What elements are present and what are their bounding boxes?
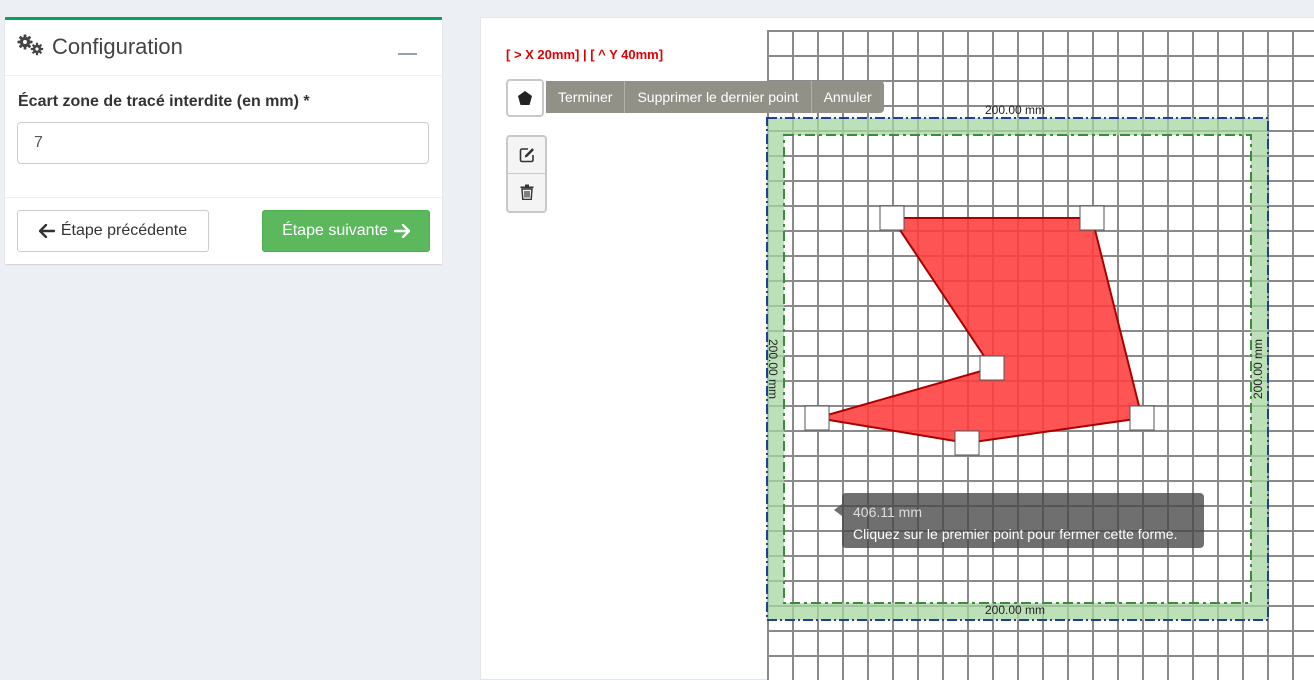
tooltip-measure: 406.11 mm (853, 504, 922, 520)
dimension-left: 200.00 mm (766, 338, 780, 400)
dimension-right: 200.00 mm (1251, 338, 1265, 400)
tooltip-caret (834, 504, 842, 516)
vertex-handle[interactable] (1129, 405, 1155, 431)
vertex-handle[interactable] (979, 355, 1005, 381)
vertex-handle[interactable] (954, 430, 980, 456)
vertex-handle[interactable] (804, 405, 830, 431)
drawing-tooltip: 406.11 mm Cliquez sur le premier point p… (842, 493, 1204, 548)
dimension-bottom: 200.00 mm (985, 603, 1046, 617)
drawn-polygon[interactable] (816, 217, 1144, 445)
dimension-top: 200.00 mm (985, 103, 1046, 117)
vertex-handle[interactable] (879, 205, 905, 231)
plot-overlay (766, 117, 1269, 621)
vertex-handle[interactable] (1079, 205, 1105, 231)
tooltip-message: Cliquez sur le premier point pour fermer… (853, 526, 1178, 542)
